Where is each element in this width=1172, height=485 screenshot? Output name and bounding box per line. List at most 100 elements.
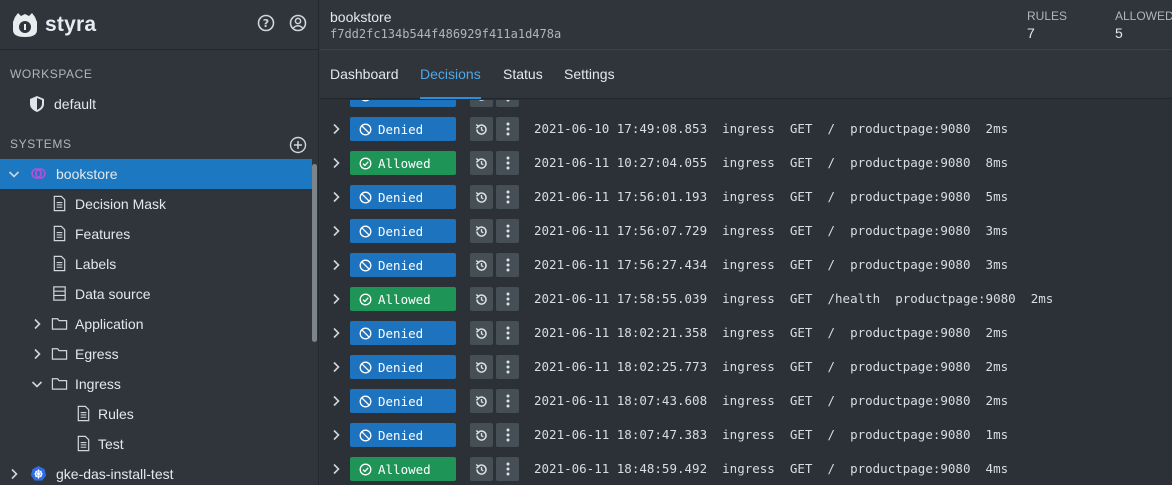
replay-decision-button[interactable] (470, 389, 493, 413)
replay-icon (474, 122, 489, 137)
chevron-right-icon[interactable] (7, 467, 21, 481)
brand-name: styra (45, 12, 97, 36)
chevron-right-icon[interactable] (30, 347, 44, 361)
vertical-dots-icon (506, 292, 510, 306)
decision-row[interactable] (320, 100, 1172, 112)
more-options-button[interactable] (496, 287, 519, 311)
replay-decision-button[interactable] (470, 355, 493, 379)
decision-summary: 2021-06-11 10:27:04.055 ingress GET / pr… (534, 155, 1009, 170)
replay-icon (474, 292, 489, 307)
denied-badge: Denied (350, 117, 456, 141)
more-options-button[interactable] (496, 321, 519, 345)
result-label: Allowed (378, 461, 431, 477)
tree-item[interactable]: Test (0, 429, 312, 459)
tree-item-label: Rules (98, 406, 134, 422)
decision-row[interactable]: Denied 2021-06-11 17:56:27.434 ingress GE… (320, 248, 1172, 282)
decision-summary: 2021-06-11 17:56:01.193 ingress GET / pr… (534, 189, 1009, 204)
file-icon (51, 195, 68, 212)
blocked-icon (359, 123, 378, 136)
replay-decision-button[interactable] (470, 457, 493, 481)
denied-badge: Denied (350, 321, 456, 345)
replay-decision-button[interactable] (470, 321, 493, 345)
decision-summary: 2021-06-10 17:49:08.853 ingress GET / pr… (534, 121, 1009, 136)
replay-icon (474, 326, 489, 341)
decision-row[interactable]: Denied 2021-06-11 18:07:43.608 ingress GE… (320, 384, 1172, 418)
styra-logo-icon[interactable] (10, 10, 40, 40)
denied-badge: Denied (350, 253, 456, 277)
replay-decision-button[interactable] (470, 100, 493, 107)
replay-decision-button[interactable] (470, 185, 493, 209)
rules-stat-label: RULES (1027, 9, 1068, 23)
user-account-icon[interactable] (288, 13, 308, 33)
workspace-item-default[interactable]: default (0, 89, 318, 119)
denied-badge: Denied (350, 423, 456, 447)
more-options-button[interactable] (496, 219, 519, 243)
tab-dashboard[interactable]: Dashboard (330, 66, 399, 99)
decision-row[interactable]: Denied 2021-06-10 17:49:08.853 ingress GE… (320, 112, 1172, 146)
replay-icon (474, 462, 489, 477)
result-label: Allowed (378, 155, 431, 171)
decision-row[interactable]: Denied 2021-06-11 18:02:21.358 ingress GE… (320, 316, 1172, 350)
tree-item[interactable]: gke-das-install-test (0, 459, 312, 485)
vertical-dots-icon (506, 100, 510, 102)
decision-row[interactable]: Allowed 2021-06-11 10:27:04.055 ingress G… (320, 146, 1172, 180)
replay-decision-button[interactable] (470, 253, 493, 277)
blocked-icon (359, 429, 378, 442)
tree-item[interactable]: Ingress (0, 369, 312, 399)
tab-decisions[interactable]: Decisions (420, 66, 481, 99)
replay-decision-button[interactable] (470, 219, 493, 243)
vertical-dots-icon (506, 428, 510, 442)
more-options-button[interactable] (496, 423, 519, 447)
tree-item-label: Test (98, 436, 124, 452)
more-options-button[interactable] (496, 185, 519, 209)
decision-summary: 2021-06-11 17:56:27.434 ingress GET / pr… (534, 257, 1009, 272)
more-options-button[interactable] (496, 100, 519, 107)
help-icon[interactable]: ? (256, 13, 276, 33)
replay-decision-button[interactable] (470, 151, 493, 175)
replay-icon (474, 100, 489, 103)
decision-row[interactable]: Allowed 2021-06-11 18:48:59.492 ingress G… (320, 452, 1172, 485)
more-options-button[interactable] (496, 457, 519, 481)
result-label: Denied (378, 257, 424, 273)
chevron-down-icon[interactable] (7, 167, 21, 181)
chevron-down-icon[interactable] (30, 377, 44, 391)
chevron-right-icon[interactable] (30, 317, 44, 331)
denied-badge (350, 100, 456, 107)
more-options-button[interactable] (496, 253, 519, 277)
more-options-button[interactable] (496, 355, 519, 379)
replay-decision-button[interactable] (470, 117, 493, 141)
vertical-dots-icon (506, 326, 510, 340)
decision-row[interactable]: Denied 2021-06-11 18:02:25.773 ingress GE… (320, 350, 1172, 384)
tree-item[interactable]: Rules (0, 399, 312, 429)
tree-item[interactable]: Decision Mask (0, 189, 312, 219)
tree-item[interactable]: bookstore (0, 159, 312, 189)
decision-row[interactable]: Denied 2021-06-11 17:56:07.729 ingress GE… (320, 214, 1172, 248)
decision-summary: 2021-06-11 17:58:55.039 ingress GET /hea… (534, 291, 1054, 306)
tab-status[interactable]: Status (503, 66, 543, 99)
allowed-stat-value: 5 (1115, 25, 1123, 41)
file-icon (75, 435, 92, 452)
folder-icon (51, 375, 68, 392)
sidebar-scrollbar[interactable] (312, 164, 317, 342)
replay-decision-button[interactable] (470, 423, 493, 447)
tree-item[interactable]: Application (0, 309, 312, 339)
tree-item[interactable]: Features (0, 219, 312, 249)
kubernetes-icon (30, 465, 47, 482)
replay-decision-button[interactable] (470, 287, 493, 311)
tab-settings[interactable]: Settings (564, 66, 615, 99)
vertical-dots-icon (506, 258, 510, 272)
main-panel: bookstore f7dd2fc134b544f486929f411a1d47… (320, 0, 1172, 485)
more-options-button[interactable] (496, 151, 519, 175)
add-system-icon[interactable] (288, 135, 308, 155)
decision-row[interactable]: Denied 2021-06-11 17:56:01.193 ingress GE… (320, 180, 1172, 214)
decision-row[interactable]: Allowed 2021-06-11 17:58:55.039 ingress G… (320, 282, 1172, 316)
decision-row[interactable]: Denied 2021-06-11 18:07:47.383 ingress GE… (320, 418, 1172, 452)
tree-item[interactable]: Labels (0, 249, 312, 279)
tree-item[interactable]: Data source (0, 279, 312, 309)
decision-summary: 2021-06-11 18:02:25.773 ingress GET / pr… (534, 359, 1009, 374)
more-options-button[interactable] (496, 117, 519, 141)
tree-item[interactable]: Egress (0, 339, 312, 369)
vertical-dots-icon (506, 462, 510, 476)
allowed-badge: Allowed (350, 287, 456, 311)
more-options-button[interactable] (496, 389, 519, 413)
